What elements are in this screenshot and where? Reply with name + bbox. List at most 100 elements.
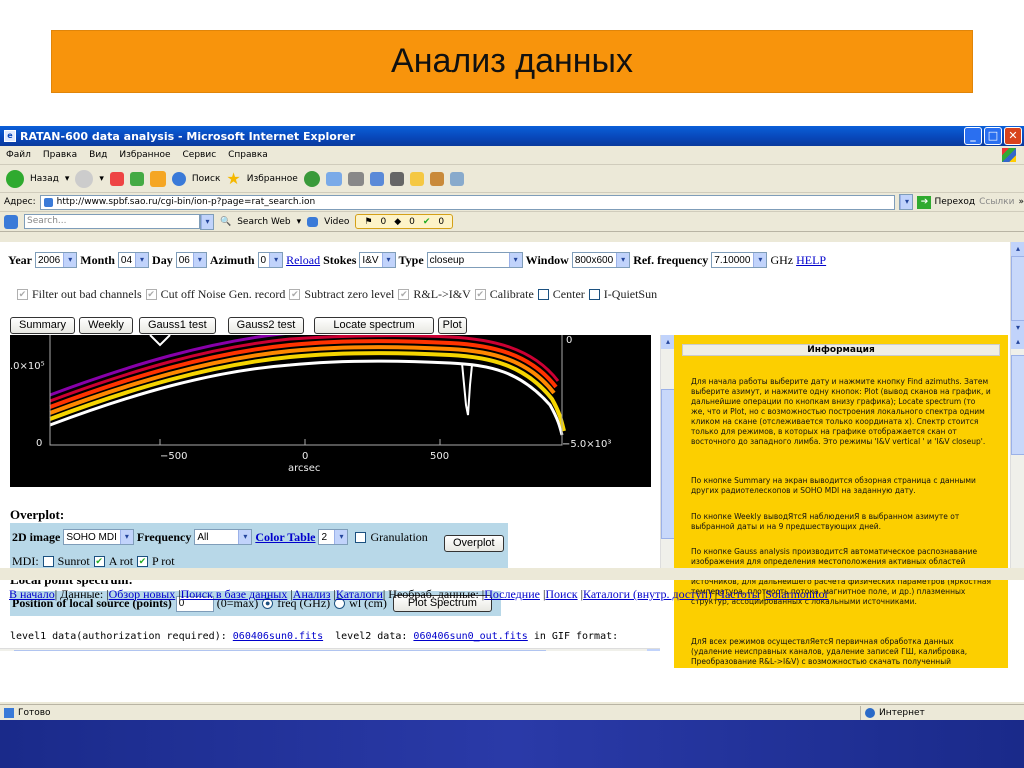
info-scrollbar[interactable]: ▴ [1010, 335, 1024, 568]
arot-checkbox[interactable]: ✔ [93, 556, 105, 567]
home-link[interactable]: В начало [9, 587, 55, 601]
menu-view[interactable]: Вид [89, 150, 107, 160]
search-web-icon[interactable]: 🔍 [220, 217, 231, 227]
menu-help[interactable]: Справка [228, 150, 268, 160]
menu-tools[interactable]: Сервис [183, 150, 217, 160]
ref-frequency-select[interactable]: 7.10000 ▾ [711, 252, 768, 268]
favorites-label[interactable]: Избранное [247, 174, 298, 184]
color-table-select[interactable]: 2 ▾ [318, 529, 349, 545]
summary-button[interactable]: Summary [10, 317, 76, 334]
menu-favorites[interactable]: Избранное [119, 150, 170, 160]
print-icon[interactable] [347, 171, 364, 186]
gauss2-button[interactable]: Gauss2 test [227, 317, 305, 334]
go-button[interactable]: Переход [934, 197, 975, 207]
frame-vertical-scrollbar[interactable]: ▴ [660, 335, 675, 568]
quietsun-checkbox[interactable] [588, 289, 600, 300]
search-label[interactable]: Поиск [192, 174, 221, 184]
page-scrollbar[interactable]: ▴ ▾ [1010, 242, 1024, 335]
help-link[interactable]: HELP [796, 253, 826, 268]
db-search-link[interactable]: Поиск в базе данных [181, 587, 288, 601]
year-select[interactable]: 2006 ▾ [35, 252, 78, 268]
scroll-down-icon[interactable]: ▾ [1011, 321, 1024, 335]
cutoff-checkbox[interactable]: ✔ [145, 289, 157, 300]
forward-icon[interactable] [75, 169, 94, 188]
go-arrow-icon[interactable]: ➔ [917, 195, 932, 209]
favorites-icon[interactable]: ★ [226, 169, 240, 188]
frame-horizontal-scrollbar[interactable]: ◂ ▸ [0, 648, 660, 651]
search-icon[interactable] [171, 171, 186, 186]
video-button[interactable]: Video [324, 217, 349, 227]
sunrot-checkbox[interactable] [42, 556, 54, 567]
scroll-thumb[interactable] [1011, 355, 1024, 455]
granulation-checkbox[interactable] [355, 531, 367, 543]
locate-spectrum-button[interactable]: Locate spectrum [314, 317, 434, 334]
home-icon[interactable] [149, 170, 166, 187]
links-label[interactable]: Ссылки [979, 197, 1014, 207]
address-dropdown-icon[interactable]: ▾ [900, 195, 913, 209]
calibrate-checkbox[interactable]: ✔ [474, 289, 486, 300]
solarmonitor-link[interactable]: Solarmonitor [765, 587, 828, 601]
level2-file-link[interactable]: 060406sun0_out.fits [413, 631, 527, 642]
y-axis-top-label: .0×10⁵ [10, 361, 45, 372]
stop-icon[interactable] [109, 171, 124, 186]
research-icon[interactable] [429, 171, 444, 186]
video-icon[interactable] [307, 216, 319, 227]
close-button[interactable]: ✕ [1004, 127, 1022, 145]
history-icon[interactable] [303, 170, 320, 187]
scroll-right-icon[interactable]: ▸ [647, 649, 660, 651]
search-dropdown-icon[interactable]: ▾ [201, 214, 213, 229]
overplot-button[interactable]: Overplot [444, 535, 504, 552]
month-select[interactable]: 04 ▾ [117, 252, 150, 268]
edit-icon[interactable] [369, 171, 384, 186]
mail-icon[interactable] [325, 171, 342, 186]
scroll-thumb[interactable] [661, 389, 675, 539]
back-label[interactable]: Назад [30, 174, 59, 184]
scan-plot[interactable]: .0×10⁵ 0 0 −5.0×10³ −500 0 500 arcsec [10, 335, 651, 487]
stokes-select[interactable]: I&V ▾ [359, 252, 396, 268]
note-icon[interactable] [409, 171, 424, 186]
toolbar-search-input[interactable]: Search... [24, 214, 200, 229]
address-field[interactable]: http://www.spbf.sao.ru/cgi-bin/ion-p?pag… [39, 194, 896, 210]
image-select[interactable]: SOHO MDI ▾ [63, 529, 134, 545]
search-web-button[interactable]: Search Web [237, 217, 290, 227]
scroll-thumb[interactable] [14, 650, 546, 651]
center-label: Center [552, 287, 585, 301]
day-select[interactable]: 06 ▾ [175, 252, 207, 268]
frequency-select[interactable]: All ▾ [194, 529, 253, 545]
reload-link[interactable]: Reload [286, 253, 320, 268]
scroll-up-icon[interactable]: ▴ [1011, 335, 1024, 349]
refresh-icon[interactable] [129, 171, 144, 186]
maximize-button[interactable]: □ [984, 127, 1002, 145]
azimuth-select[interactable]: 0 ▾ [257, 252, 284, 268]
review-link[interactable]: Обзор новых [109, 587, 176, 601]
subtract-checkbox[interactable]: ✔ [289, 289, 301, 300]
center-checkbox[interactable] [537, 289, 549, 300]
window-select[interactable]: 800x600 ▾ [571, 252, 631, 268]
word-icon[interactable] [389, 171, 404, 186]
search-link[interactable]: Поиск [545, 587, 577, 601]
rl-checkbox[interactable]: ✔ [398, 289, 410, 300]
back-icon[interactable] [6, 169, 24, 188]
filter-checkbox[interactable]: ✔ [17, 289, 28, 300]
catalogs-internal-link[interactable]: Каталоги (внутр. доступ) [583, 587, 712, 601]
frequencies-link[interactable]: Частоты [717, 587, 760, 601]
catalogs-link[interactable]: Каталоги [336, 587, 383, 601]
slide-title-banner: Анализ данных [51, 30, 973, 93]
level1-file-link[interactable]: 060406sun0.fits [233, 631, 323, 642]
gauss1-button[interactable]: Gauss1 test [138, 317, 216, 334]
toolbar-logo-icon[interactable] [4, 214, 18, 229]
latest-link[interactable]: Последние [484, 587, 540, 601]
scroll-left-icon[interactable]: ◂ [0, 649, 13, 651]
scroll-up-icon[interactable]: ▴ [661, 335, 675, 349]
menu-file[interactable]: Файл [6, 150, 31, 160]
prot-checkbox[interactable]: ✔ [137, 556, 149, 567]
menu-edit[interactable]: Правка [43, 150, 77, 160]
scroll-up-icon[interactable]: ▴ [1011, 242, 1024, 256]
minimize-button[interactable]: _ [964, 127, 982, 145]
type-select[interactable]: closeup ▾ [426, 252, 523, 268]
weekly-button[interactable]: Weekly [79, 317, 133, 334]
plot-button[interactable]: Plot [437, 317, 467, 334]
messenger-icon[interactable] [449, 171, 464, 186]
color-table-link[interactable]: Color Table [255, 530, 315, 545]
analysis-link[interactable]: Анализ [293, 587, 331, 601]
